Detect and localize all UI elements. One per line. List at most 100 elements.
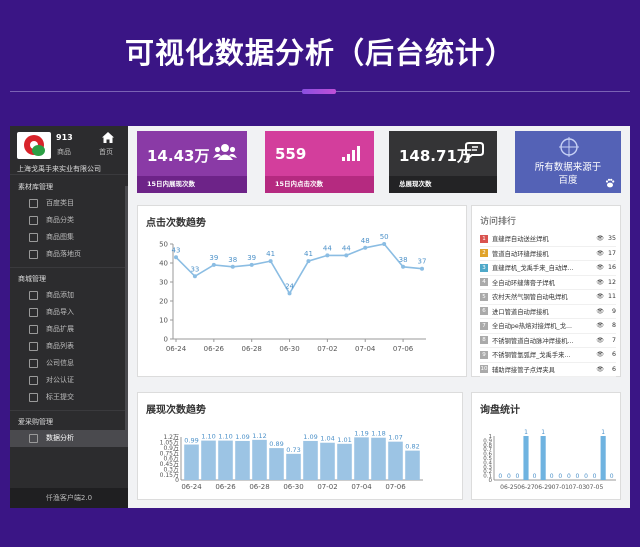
impression-bar xyxy=(218,440,233,480)
impression-bar xyxy=(201,440,216,480)
y-tick-label: 30 xyxy=(159,279,168,287)
menu-item-icon xyxy=(29,359,38,368)
bar-value-label: 1.07 xyxy=(388,434,402,442)
eye-icon: 👁 xyxy=(596,365,604,373)
sidebar-scrollbar[interactable] xyxy=(125,186,128,446)
x-tick-label: 07-03 xyxy=(569,484,587,491)
dashboard-window: 913 商品 首页 上海戈禹手来实业有限公司 素材库管理 百度类目 商品分类 商品图集… xyxy=(10,126,630,508)
bar-value-label: 1.19 xyxy=(354,429,368,437)
sidebar-item[interactable]: 商品图集 xyxy=(10,229,128,246)
card-data-source: 所有数据来源于 百度 xyxy=(515,131,621,193)
bar-value-label: 0 xyxy=(584,473,588,480)
eye-icon: 👁 xyxy=(596,278,604,286)
sidebar-item[interactable]: 公司信息 xyxy=(10,355,128,372)
data-label: 38 xyxy=(399,256,408,264)
rank-item[interactable]: 8 不锈钢管道自动脉冲焊接机... 👁 7 xyxy=(480,334,616,348)
x-tick-label: 07-01 xyxy=(552,484,570,491)
menu-item-icon xyxy=(29,376,38,385)
menu-item-icon xyxy=(29,233,38,242)
impression-bar xyxy=(286,453,301,480)
data-point xyxy=(325,253,330,258)
impression-bar xyxy=(184,444,199,480)
rank-badge: 3 xyxy=(480,263,488,272)
rank-item-views: 7 xyxy=(611,336,616,344)
data-label: 33 xyxy=(190,265,199,273)
menu-item-icon xyxy=(29,342,38,351)
rank-item[interactable]: 1 直缝焊自动送丝焊机 👁 35 xyxy=(480,232,616,247)
rank-item-name: 辅助焊接管子点焊夹具 xyxy=(492,366,555,374)
sidebar-footer: 仟渔客户端2.0 xyxy=(10,488,128,508)
bar-value-label: 0 xyxy=(567,473,571,480)
sidebar-item[interactable]: 商品导入 xyxy=(10,304,128,321)
eye-icon: 👁 xyxy=(596,307,604,315)
rank-item[interactable]: 2 管道自动环缝焊接机 👁 17 xyxy=(480,247,616,261)
rank-badge: 2 xyxy=(480,249,488,258)
product-count[interactable]: 913 xyxy=(56,133,73,142)
bar-value-label: 1.01 xyxy=(337,436,351,444)
rank-badge: 7 xyxy=(480,321,488,330)
data-point xyxy=(420,266,424,271)
y-tick-label: 50 xyxy=(159,241,168,249)
card-total-impressions: 148.71万 总展现次数 xyxy=(389,131,497,193)
inquiry-bar xyxy=(540,436,546,480)
sidebar-item-label: 百度类目 xyxy=(46,199,74,207)
sidebar-item[interactable]: 数据分析 xyxy=(10,430,128,447)
target-icon xyxy=(559,137,579,157)
bar-value-label: 0 xyxy=(550,473,554,480)
rank-item[interactable]: 9 不锈钢管氩弧焊_戈禹手来... 👁 6 xyxy=(480,348,616,363)
inquiry-stats-panel: 询盘统计 0 0.1 0.2 0.3 0.4 0.5 0.6 0.7 0.8 0.9 1 0 0 0 1 0 1… xyxy=(471,392,621,500)
rank-item[interactable]: 4 全自动环缝薄膏子焊机 👁 12 xyxy=(480,276,616,290)
data-label: 39 xyxy=(247,254,256,262)
x-tick-label: 07-04 xyxy=(355,345,376,353)
rank-item[interactable]: 7 全自动pe热熔对接焊机_戈... 👁 8 xyxy=(480,319,616,334)
x-tick-label: 06-24 xyxy=(181,483,202,491)
data-point xyxy=(344,253,349,258)
eye-icon: 👁 xyxy=(596,351,604,359)
y-tick-label: 10 xyxy=(159,317,168,325)
sidebar-item[interactable]: 商品落地页 xyxy=(10,246,128,263)
bar-value-label: 0 xyxy=(533,473,537,480)
rank-item-name: 直缝焊机_戈禹手来_自动焊... xyxy=(492,265,574,273)
impression-bar xyxy=(303,440,318,480)
menu-item-icon xyxy=(29,434,38,443)
y-tick-label: 1.2万 xyxy=(163,434,179,441)
home-icon[interactable] xyxy=(101,131,115,144)
eye-icon: 👁 xyxy=(596,322,604,330)
eye-icon: 👁 xyxy=(596,235,604,243)
eye-icon: 👁 xyxy=(596,264,604,272)
rank-item-views: 8 xyxy=(611,322,616,330)
rank-item-views: 12 xyxy=(607,278,616,286)
data-label: 48 xyxy=(361,237,370,245)
sidebar-item[interactable]: 商品扩展 xyxy=(10,321,128,338)
sidebar-item-label: 商品落地页 xyxy=(46,250,81,258)
data-label: 41 xyxy=(304,250,313,258)
home-label[interactable]: 首页 xyxy=(99,147,113,157)
rank-item[interactable]: 5 农村天然气钢管自动电焊机 👁 11 xyxy=(480,290,616,305)
sidebar-item[interactable]: 对公认证 xyxy=(10,372,128,389)
sidebar-item-label: 标王提交 xyxy=(46,393,74,401)
sidebar-item[interactable]: 商品列表 xyxy=(10,338,128,355)
data-point xyxy=(211,262,216,267)
impression-trend-chart[interactable]: 00.15万0.3万0.45万0.6万0.75万0.9万1.05万1.2万 0.9… xyxy=(138,393,464,501)
menu-item-icon xyxy=(29,325,38,334)
bar-value-label: 0 xyxy=(507,473,511,480)
rank-item[interactable]: 6 进口管道自动焊接机 👁 9 xyxy=(480,305,616,319)
impression-bar xyxy=(337,443,352,480)
rank-item[interactable]: 3 直缝焊机_戈禹手来_自动焊... 👁 16 xyxy=(480,261,616,276)
rank-item[interactable]: 10 辅助焊接管子点焊夹具 👁 6 xyxy=(480,363,616,377)
rank-item-views: 11 xyxy=(607,293,616,301)
sidebar-item[interactable]: 商品分类 xyxy=(10,212,128,229)
sidebar-item-label: 商品图集 xyxy=(46,233,74,241)
bar-value-label: 1 xyxy=(524,429,528,436)
eye-icon: 👁 xyxy=(596,249,604,257)
data-source-line1: 所有数据来源于 xyxy=(534,162,602,173)
sidebar-item[interactable]: 商品添加 xyxy=(10,287,128,304)
click-trend-chart[interactable]: 0 10 20 30 40 50 06-24 06-26 06-28 06-30 07-02 07-0… xyxy=(138,206,468,378)
sidebar-item[interactable]: 百度类目 xyxy=(10,195,128,212)
inquiry-stats-chart[interactable]: 00.10.20.30.40.50.60.70.80.910 0 01010 0 0 0 0… xyxy=(472,393,622,501)
inquiry-bar xyxy=(523,436,529,480)
sidebar-item[interactable]: 标王提交 xyxy=(10,389,128,406)
data-point xyxy=(268,259,273,264)
menu-item-icon xyxy=(29,308,38,317)
data-point xyxy=(401,264,406,269)
